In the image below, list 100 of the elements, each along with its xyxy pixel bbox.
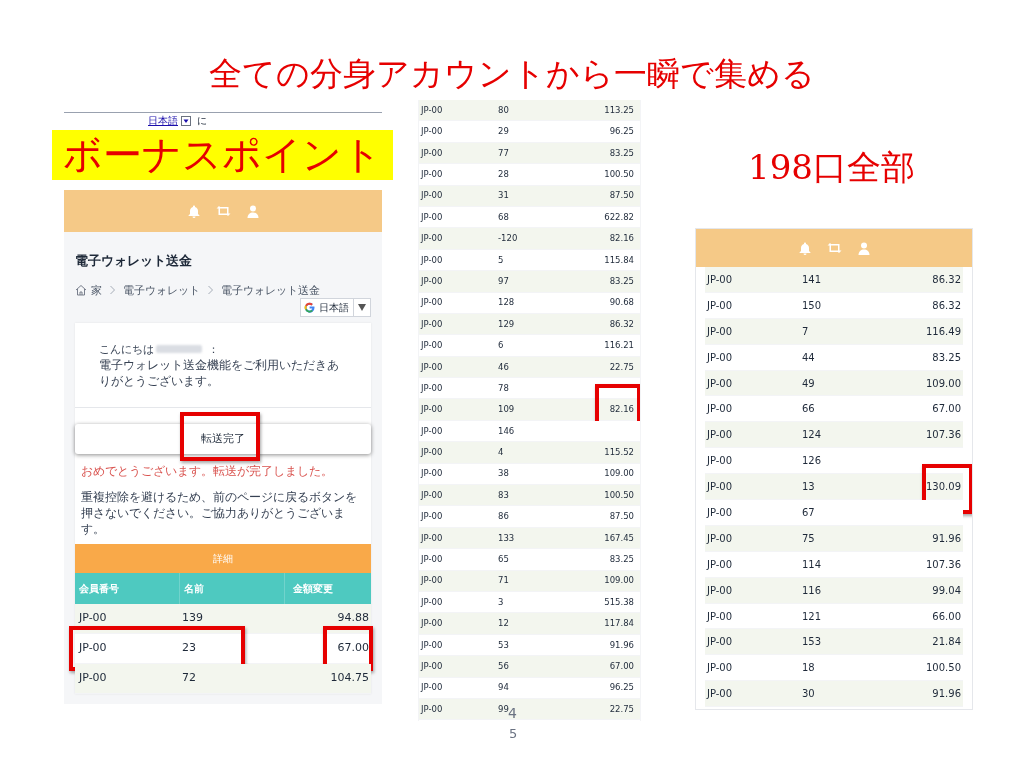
member-name: 83 — [498, 488, 509, 502]
amount-value: 109.00 — [926, 376, 961, 391]
amount-value: 86.32 — [932, 298, 961, 313]
member-id: JP-00 — [707, 531, 733, 546]
member-id: JP-00 — [707, 454, 733, 469]
amount-value: 100.50 — [604, 488, 634, 502]
language-select[interactable]: 日本語 — [300, 298, 371, 317]
bell-icon — [798, 241, 811, 255]
language-link[interactable]: 日本語 — [148, 114, 178, 128]
amount-value: 91.96 — [932, 687, 961, 702]
member-name: 49 — [802, 376, 815, 391]
amount-value: 83.25 — [609, 553, 634, 566]
bonus-points-label: ボーナスポイント — [52, 130, 393, 180]
amount-value: 107.36 — [926, 428, 961, 443]
member-name: 44 — [802, 350, 815, 365]
member-name: 116 — [802, 583, 822, 598]
member-name: 71 — [498, 574, 509, 588]
member-id: JP-00 — [707, 324, 733, 339]
amount-value: 116.21 — [604, 339, 634, 352]
member-id: JP-00 — [421, 553, 443, 566]
amount-value: 100.50 — [604, 168, 634, 181]
details-header: 詳細 — [75, 544, 371, 573]
member-id: JP-00 — [707, 428, 733, 443]
home-icon — [75, 284, 87, 296]
amount-value: 100.50 — [926, 661, 961, 676]
member-id: JP-00 — [707, 480, 733, 495]
amount-value: 67.00 — [932, 402, 961, 417]
member-id: JP-00 — [421, 681, 443, 695]
member-id: JP-00 — [707, 350, 733, 365]
transfer-complete-button[interactable]: 転送完了 — [75, 424, 371, 454]
member-name: 4 — [498, 446, 504, 459]
member-name: 129 — [498, 317, 515, 331]
member-name: 66 — [802, 402, 815, 417]
account-count-label: 198口全部 — [748, 146, 915, 189]
member-id: JP-00 — [421, 638, 443, 652]
member-name: 121 — [802, 609, 822, 624]
member-id: JP-00 — [421, 274, 443, 288]
column-header: 金額変更 — [292, 582, 334, 596]
amount-value: 109.00 — [604, 574, 634, 588]
repeat-icon — [826, 242, 842, 254]
member-id: JP-00 — [421, 296, 443, 310]
member-name: 38 — [498, 467, 509, 481]
member-name: 7 — [802, 324, 809, 339]
member-name: 72 — [182, 670, 196, 687]
amount-value: 86.32 — [932, 272, 961, 287]
member-id: JP-00 — [421, 467, 443, 481]
user-icon — [246, 204, 259, 218]
notice-text: 重複控除を避けるため、前のページに戻るボタンを押さないでください。ご協力ありがとうございます。 — [80, 489, 358, 537]
member-id: JP-00 — [707, 635, 733, 650]
member-name: 141 — [802, 272, 822, 287]
amount-value: 113.25 — [604, 103, 634, 117]
user-icon — [857, 241, 870, 255]
greeting-colon: ： — [208, 342, 219, 357]
amount-value: 90.68 — [609, 296, 634, 310]
amount-value: 117.84 — [604, 617, 634, 630]
member-id: JP-00 — [421, 146, 443, 160]
amount-value: 116.49 — [926, 324, 961, 339]
blurred-text — [156, 345, 202, 353]
page-number: 5 — [509, 725, 518, 743]
amount-value: 67.00 — [609, 659, 634, 673]
member-name: 68 — [498, 210, 509, 224]
repeat-icon — [215, 205, 231, 217]
member-name: 114 — [802, 557, 822, 572]
member-id: JP-00 — [707, 298, 733, 313]
member-name: 28 — [498, 168, 509, 181]
member-name: 6 — [498, 339, 504, 352]
slide-title: 全ての分身アカウントから一瞬で集める — [208, 53, 816, 95]
member-id: JP-00 — [707, 376, 733, 391]
amount-value: 21.84 — [932, 635, 961, 650]
member-id: JP-00 — [707, 687, 733, 702]
member-id: JP-00 — [79, 670, 107, 687]
member-name: 128 — [498, 296, 515, 310]
member-name: 31 — [498, 189, 509, 203]
amount-value: 91.96 — [932, 531, 961, 546]
breadcrumb-link[interactable]: 家 — [91, 283, 102, 297]
member-id: JP-00 — [421, 189, 443, 203]
member-id: JP-00 — [421, 360, 443, 374]
member-name: 56 — [498, 659, 509, 673]
chevron-icon — [207, 285, 214, 295]
amount-value: 94.88 — [337, 610, 369, 627]
amount-value: 87.50 — [609, 189, 634, 203]
member-id: JP-00 — [421, 168, 443, 181]
breadcrumb-link[interactable]: 電子ウォレット — [123, 283, 200, 297]
member-name: 3 — [498, 595, 504, 609]
breadcrumb-link[interactable]: 電子ウォレット送金 — [221, 283, 320, 297]
member-id: JP-00 — [421, 595, 443, 609]
member-id: JP-00 — [421, 125, 443, 138]
member-id: JP-00 — [421, 510, 443, 523]
member-id: JP-00 — [421, 232, 443, 245]
member-name: 99 — [498, 702, 509, 714]
member-name: -120 — [498, 232, 518, 245]
member-name: 126 — [802, 454, 822, 469]
member-id: JP-00 — [421, 253, 443, 267]
member-name: 12 — [498, 617, 509, 630]
member-id: JP-00 — [421, 531, 443, 545]
member-id: JP-00 — [421, 339, 443, 352]
member-id: JP-00 — [421, 574, 443, 588]
member-name: 124 — [802, 428, 822, 443]
dropdown-icon — [181, 116, 191, 126]
member-name: 97 — [498, 274, 509, 288]
